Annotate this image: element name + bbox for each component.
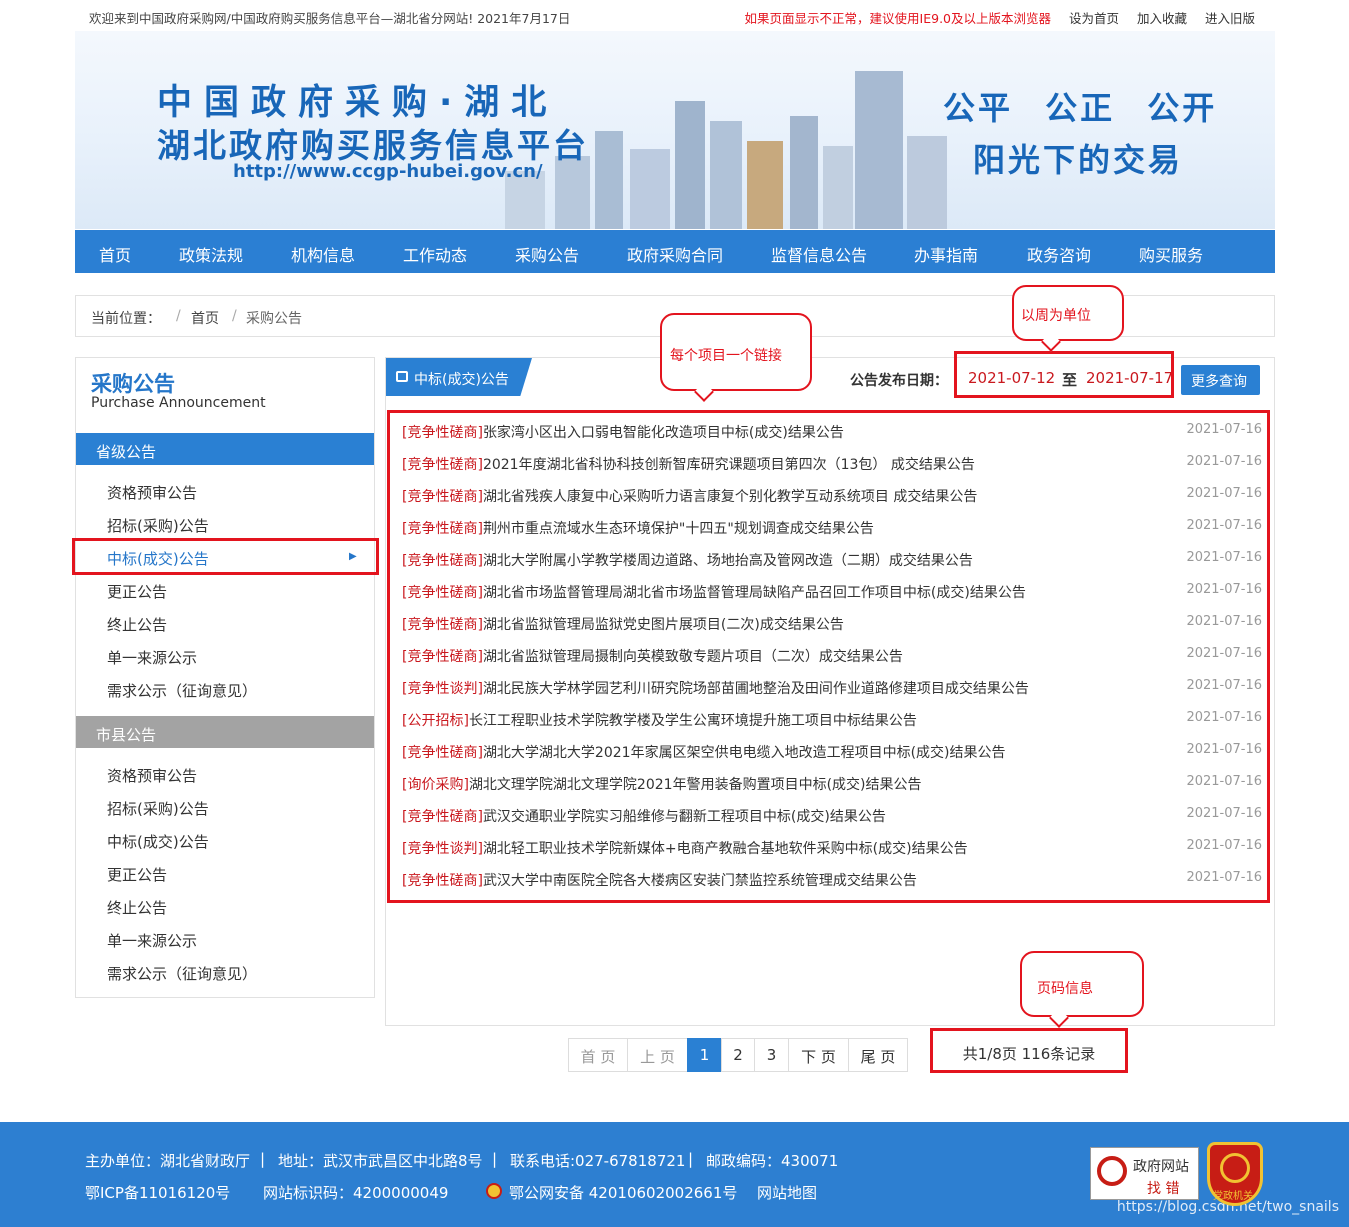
sidebar-item-correction[interactable]: 更正公告	[107, 864, 167, 885]
top-links: 如果页面显示不正常，建议使用IE9.0及以上版本浏览器 设为首页 加入收藏 进入…	[731, 8, 1255, 27]
footer-phone: 联系电话:027-67818721	[510, 1152, 686, 1170]
nav-item-guide[interactable]: 办事指南	[914, 242, 978, 266]
breadcrumb-separator: /	[176, 308, 181, 324]
callout-text: 每个项目一个链接	[670, 348, 782, 364]
sidebar-item-tender[interactable]: 招标(采购)公告	[107, 798, 209, 819]
police-badge-icon	[486, 1183, 502, 1199]
footer-police[interactable]: 鄂公网安备 42010602002661号	[509, 1182, 737, 1203]
old-version-link[interactable]: 进入旧版	[1205, 11, 1255, 26]
page-last-button[interactable]: 尾 页	[848, 1038, 908, 1072]
report-error-line1: 政府网站	[1133, 1159, 1189, 1175]
tab-label: 中标(成交)公告	[414, 372, 509, 388]
magnifier-icon	[1097, 1156, 1127, 1186]
highlight-box	[72, 538, 379, 575]
callout-page-info: 页码信息	[1020, 951, 1144, 1028]
breadcrumb-separator: /	[232, 308, 237, 324]
sidebar-item-prequal[interactable]: 资格预审公告	[107, 765, 197, 786]
breadcrumb-current: 采购公告	[246, 311, 302, 327]
callout-text: 以周为单位	[1021, 308, 1091, 324]
page-next-button[interactable]: 下 页	[788, 1038, 849, 1072]
breadcrumb-home[interactable]: 首页	[191, 308, 219, 328]
sidebar-item-single-source[interactable]: 单一来源公示	[107, 647, 197, 668]
report-error-button[interactable]: 政府网站 找 错	[1090, 1147, 1199, 1200]
page-number-button[interactable]: 2	[721, 1038, 755, 1072]
footer-sitemap[interactable]: 网站地图	[757, 1182, 817, 1203]
sidebar-item-single-source[interactable]: 单一来源公示	[107, 930, 197, 951]
nav-item-supervision[interactable]: 监督信息公告	[771, 242, 867, 266]
nav-item-work-news[interactable]: 工作动态	[403, 242, 467, 266]
footer-icp[interactable]: 鄂ICP备11016120号	[85, 1182, 230, 1203]
sidebar-item-tender[interactable]: 招标(采购)公告	[107, 515, 209, 536]
banner-slogan-1: 公平 公正 公开	[943, 89, 1218, 127]
page-info: 共1/8页 116条记录	[930, 1028, 1128, 1073]
emblem-icon	[1220, 1153, 1250, 1183]
sidebar: 采购公告 Purchase Announcement 省级公告 资格预审公告 招…	[75, 357, 375, 998]
add-favorite-link[interactable]: 加入收藏	[1137, 11, 1187, 26]
page-number-button[interactable]: 1	[687, 1038, 722, 1072]
sidebar-item-prequal[interactable]: 资格预审公告	[107, 482, 197, 503]
callout-weekly: 以周为单位	[1012, 285, 1124, 352]
highlight-box	[954, 351, 1174, 398]
callout-text: 页码信息	[1037, 981, 1093, 997]
party-gov-badge[interactable]: 党政机关	[1207, 1142, 1263, 1206]
browser-notice: 如果页面显示不正常，建议使用IE9.0及以上版本浏览器	[744, 11, 1051, 26]
footer-divider: |	[688, 1150, 694, 1168]
sidebar-item-demand[interactable]: 需求公示（征询意见）	[107, 680, 257, 701]
page-prev-button[interactable]: 上 页	[627, 1038, 688, 1072]
set-home-link[interactable]: 设为首页	[1069, 11, 1119, 26]
welcome-text: 欢迎来到中国政府采购网/中国政府购买服务信息平台—湖北省分网站! 2021年7月…	[89, 11, 571, 26]
footer-divider: |	[260, 1150, 266, 1168]
document-icon	[396, 371, 408, 382]
nav-item-purchase-service[interactable]: 购买服务	[1139, 242, 1203, 266]
footer-site-id: 网站标识码：4200000049	[263, 1184, 449, 1202]
nav-item-home[interactable]: 首页	[99, 242, 131, 266]
more-search-button[interactable]: 更多查询	[1181, 365, 1260, 395]
page-first-button[interactable]: 首 页	[568, 1038, 628, 1072]
top-bar: 欢迎来到中国政府采购网/中国政府购买服务信息平台—湖北省分网站! 2021年7月…	[0, 0, 1349, 31]
sidebar-item-termination[interactable]: 终止公告	[107, 897, 167, 918]
tab-award[interactable]: 中标(成交)公告	[386, 358, 532, 396]
date-label: 公告发布日期：	[850, 373, 948, 389]
footer-postcode: 邮政编码：430071	[706, 1152, 839, 1170]
banner-title-2: 湖北政府购买服务信息平台	[157, 126, 589, 165]
banner-url: http://www.ccgp-hubei.gov.cn/	[233, 161, 543, 182]
banner-title-1: 中国政府采购·湖北	[157, 83, 559, 123]
report-error-line2: 找 错	[1147, 1181, 1180, 1197]
badge-text: 党政机关	[1213, 1191, 1253, 1202]
nav-item-institutions[interactable]: 机构信息	[291, 242, 355, 266]
banner-slogan-2: 阳光下的交易	[973, 141, 1184, 179]
footer-address: 地址：武汉市武昌区中北路8号	[278, 1152, 483, 1170]
sidebar-item-correction[interactable]: 更正公告	[107, 581, 167, 602]
sidebar-item-demand[interactable]: 需求公示（征询意见）	[107, 963, 257, 984]
callout-per-item-link: 每个项目一个链接	[660, 313, 812, 402]
nav-item-consult[interactable]: 政务咨询	[1027, 242, 1091, 266]
section-provincial[interactable]: 省级公告	[76, 433, 374, 465]
callout-tail	[1041, 332, 1061, 352]
nav-item-procurement[interactable]: 采购公告	[515, 242, 579, 266]
main-nav: 首页 政策法规 机构信息 工作动态 采购公告 政府采购合同 监督信息公告 办事指…	[75, 230, 1275, 273]
banner: 中国政府采购·湖北 湖北政府购买服务信息平台 http://www.ccgp-h…	[75, 31, 1275, 229]
sidebar-title: 采购公告	[91, 372, 175, 396]
page-number-button[interactable]: 3	[754, 1038, 789, 1072]
sidebar-item-termination[interactable]: 终止公告	[107, 614, 167, 635]
sidebar-subtitle: Purchase Announcement	[91, 395, 266, 411]
section-city-county[interactable]: 市县公告	[76, 716, 374, 748]
sidebar-item-award[interactable]: 中标(成交)公告	[107, 831, 209, 852]
footer-divider: |	[492, 1150, 498, 1168]
nav-item-policy[interactable]: 政策法规	[179, 242, 243, 266]
nav-item-contracts[interactable]: 政府采购合同	[627, 242, 723, 266]
footer-host: 主办单位：湖北省财政厅	[85, 1152, 251, 1170]
highlight-box	[387, 410, 1270, 903]
breadcrumb-label: 当前位置：	[91, 311, 161, 327]
